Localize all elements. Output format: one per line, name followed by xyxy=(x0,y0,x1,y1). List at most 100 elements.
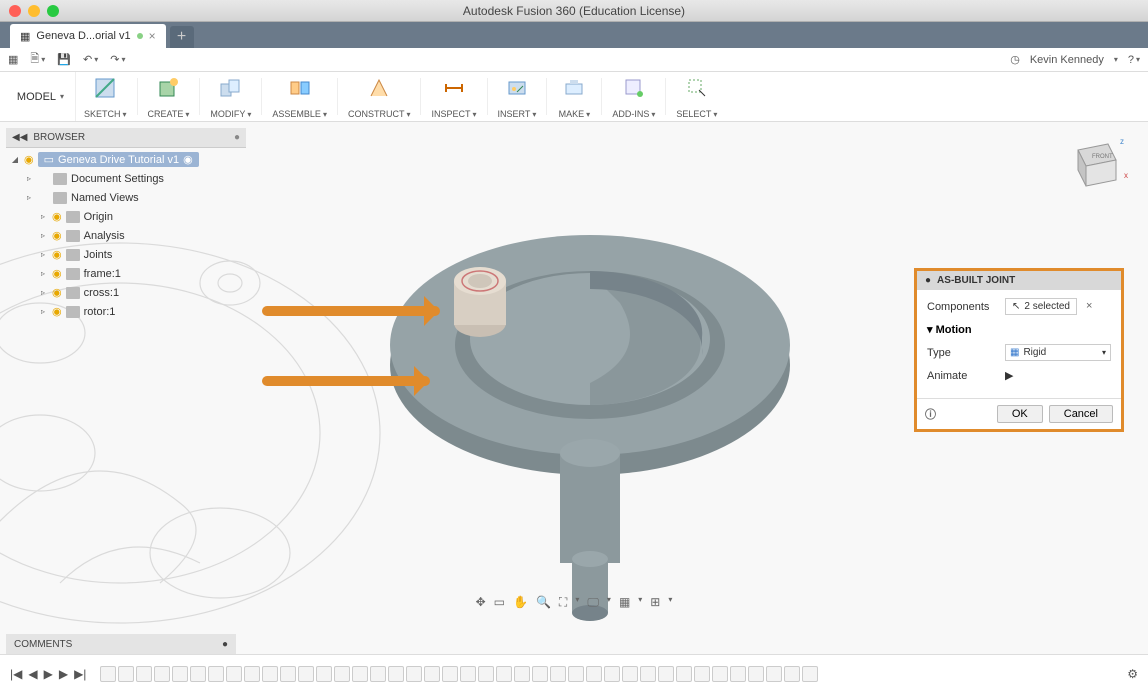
orbit-button[interactable]: ✥ xyxy=(476,595,486,610)
timeline-next-button[interactable]: ▶ xyxy=(59,667,68,681)
dialog-titlebar[interactable]: ● AS-BUILT JOINT xyxy=(917,271,1121,290)
collapse-icon[interactable]: ◀◀ xyxy=(12,132,27,143)
timeline-node[interactable] xyxy=(622,666,638,682)
tree-root[interactable]: ◢ ◉ ▭ Geneva Drive Tutorial v1 ◉ xyxy=(6,150,246,169)
timeline-node[interactable] xyxy=(496,666,512,682)
tree-item[interactable]: ▹Named Views xyxy=(6,188,246,207)
comments-panel[interactable]: COMMENTS ● xyxy=(6,634,236,654)
timeline-node[interactable] xyxy=(136,666,152,682)
visibility-bulb-icon[interactable]: ◉ xyxy=(52,267,62,280)
timeline-node[interactable] xyxy=(712,666,728,682)
timeline-node[interactable] xyxy=(424,666,440,682)
tree-item[interactable]: ▹◉frame:1 xyxy=(6,264,246,283)
browser-header[interactable]: ◀◀ BROWSER ● xyxy=(6,128,246,148)
inspect-tool[interactable]: INSPECT▾ xyxy=(423,72,484,121)
timeline-node[interactable] xyxy=(478,666,494,682)
sketch-tool[interactable]: SKETCH▾ xyxy=(76,72,135,121)
user-name[interactable]: Kevin Kennedy xyxy=(1030,54,1104,66)
timeline-end-button[interactable]: ▶| xyxy=(74,667,86,681)
timeline-node[interactable] xyxy=(298,666,314,682)
pan-button[interactable]: ✋ xyxy=(513,595,528,610)
timeline-node[interactable] xyxy=(172,666,188,682)
help-button[interactable]: ?▾ xyxy=(1128,54,1140,66)
timeline-node[interactable] xyxy=(532,666,548,682)
timeline-node[interactable] xyxy=(604,666,620,682)
history-icon[interactable]: ◷ xyxy=(1010,53,1020,66)
clear-selection-button[interactable]: × xyxy=(1086,300,1092,312)
expand-icon[interactable]: ▹ xyxy=(24,174,34,183)
tree-item[interactable]: ▹◉rotor:1 xyxy=(6,302,246,321)
expand-icon[interactable]: ▹ xyxy=(38,231,48,240)
visibility-bulb-icon[interactable]: ◉ xyxy=(52,305,62,318)
timeline-node[interactable] xyxy=(640,666,656,682)
dialog-info-icon[interactable]: ⓘ xyxy=(925,406,936,422)
assemble-tool[interactable]: ASSEMBLE▾ xyxy=(264,72,335,121)
timeline-node[interactable] xyxy=(730,666,746,682)
expand-icon[interactable]: ▹ xyxy=(38,288,48,297)
timeline-node[interactable] xyxy=(280,666,296,682)
ok-button[interactable]: OK xyxy=(997,405,1043,423)
tree-item[interactable]: ▹◉Joints xyxy=(6,245,246,264)
timeline-node[interactable] xyxy=(316,666,332,682)
tree-item[interactable]: ▹◉Origin xyxy=(6,207,246,226)
timeline-node[interactable] xyxy=(658,666,674,682)
grid-settings-button[interactable]: ▦ xyxy=(619,595,630,610)
tab-close-button[interactable]: × xyxy=(149,29,156,43)
timeline-node[interactable] xyxy=(352,666,368,682)
timeline-node[interactable] xyxy=(568,666,584,682)
expand-icon[interactable]: ▹ xyxy=(38,307,48,316)
timeline-node[interactable] xyxy=(370,666,386,682)
timeline-node[interactable] xyxy=(802,666,818,682)
visibility-bulb-icon[interactable]: ◉ xyxy=(52,286,62,299)
timeline-play-button[interactable]: ▶ xyxy=(44,667,53,681)
view-cube[interactable]: z x FRONT xyxy=(1058,130,1128,200)
create-tool[interactable]: CREATE▾ xyxy=(140,72,198,121)
timeline-node[interactable] xyxy=(676,666,692,682)
timeline-node[interactable] xyxy=(154,666,170,682)
modify-tool[interactable]: MODIFY▾ xyxy=(202,72,259,121)
timeline-node[interactable] xyxy=(208,666,224,682)
tree-item[interactable]: ▹◉cross:1 xyxy=(6,283,246,302)
expand-icon[interactable]: ◢ xyxy=(10,155,20,164)
construct-tool[interactable]: CONSTRUCT▾ xyxy=(340,72,419,121)
file-menu-button[interactable]: 🗎▾ xyxy=(30,50,45,69)
timeline-node[interactable] xyxy=(784,666,800,682)
timeline-node[interactable] xyxy=(226,666,242,682)
timeline-node[interactable] xyxy=(190,666,206,682)
timeline-node[interactable] xyxy=(766,666,782,682)
motion-section-header[interactable]: ▾ Motion xyxy=(927,323,1111,336)
visibility-bulb-icon[interactable]: ◉ xyxy=(52,248,62,261)
expand-icon[interactable]: ▹ xyxy=(38,212,48,221)
timeline-node[interactable] xyxy=(244,666,260,682)
visibility-bulb-icon[interactable]: ◉ xyxy=(24,153,34,166)
timeline-start-button[interactable]: |◀ xyxy=(10,667,22,681)
browser-menu-icon[interactable]: ● xyxy=(234,132,240,143)
viewport-3d[interactable]: ◀◀ BROWSER ● ◢ ◉ ▭ Geneva Drive Tutorial… xyxy=(0,122,1148,654)
make-tool[interactable]: MAKE▾ xyxy=(549,72,599,121)
select-tool[interactable]: SELECT▾ xyxy=(668,72,725,121)
workspace-switcher[interactable]: MODEL▾ xyxy=(6,72,76,121)
app-grid-button[interactable]: ▦ xyxy=(8,53,18,66)
new-tab-button[interactable]: + xyxy=(170,26,194,48)
timeline-node[interactable] xyxy=(460,666,476,682)
timeline-node[interactable] xyxy=(118,666,134,682)
joint-type-dropdown[interactable]: ▦ Rigid ▾ xyxy=(1005,344,1111,361)
timeline-node[interactable] xyxy=(442,666,458,682)
timeline-node[interactable] xyxy=(550,666,566,682)
expand-icon[interactable]: ▹ xyxy=(38,269,48,278)
timeline-node[interactable] xyxy=(748,666,764,682)
expand-icon[interactable]: ▹ xyxy=(38,250,48,259)
save-button[interactable]: 💾 xyxy=(57,53,71,66)
zoom-button[interactable]: 🔍 xyxy=(536,595,551,610)
visibility-bulb-icon[interactable]: ◉ xyxy=(52,229,62,242)
timeline-node[interactable] xyxy=(388,666,404,682)
lookat-button[interactable]: ▭ xyxy=(494,595,505,610)
timeline-node[interactable] xyxy=(694,666,710,682)
tree-item[interactable]: ▹◉Analysis xyxy=(6,226,246,245)
document-tab[interactable]: ▦ Geneva D...orial v1 × xyxy=(10,24,166,48)
addins-tool[interactable]: ADD-INS▾ xyxy=(604,72,663,121)
expand-icon[interactable]: ▹ xyxy=(24,193,34,202)
timeline-node[interactable] xyxy=(586,666,602,682)
animate-play-button[interactable]: ▶ xyxy=(1005,370,1013,382)
undo-button[interactable]: ↶▾ xyxy=(83,53,98,66)
